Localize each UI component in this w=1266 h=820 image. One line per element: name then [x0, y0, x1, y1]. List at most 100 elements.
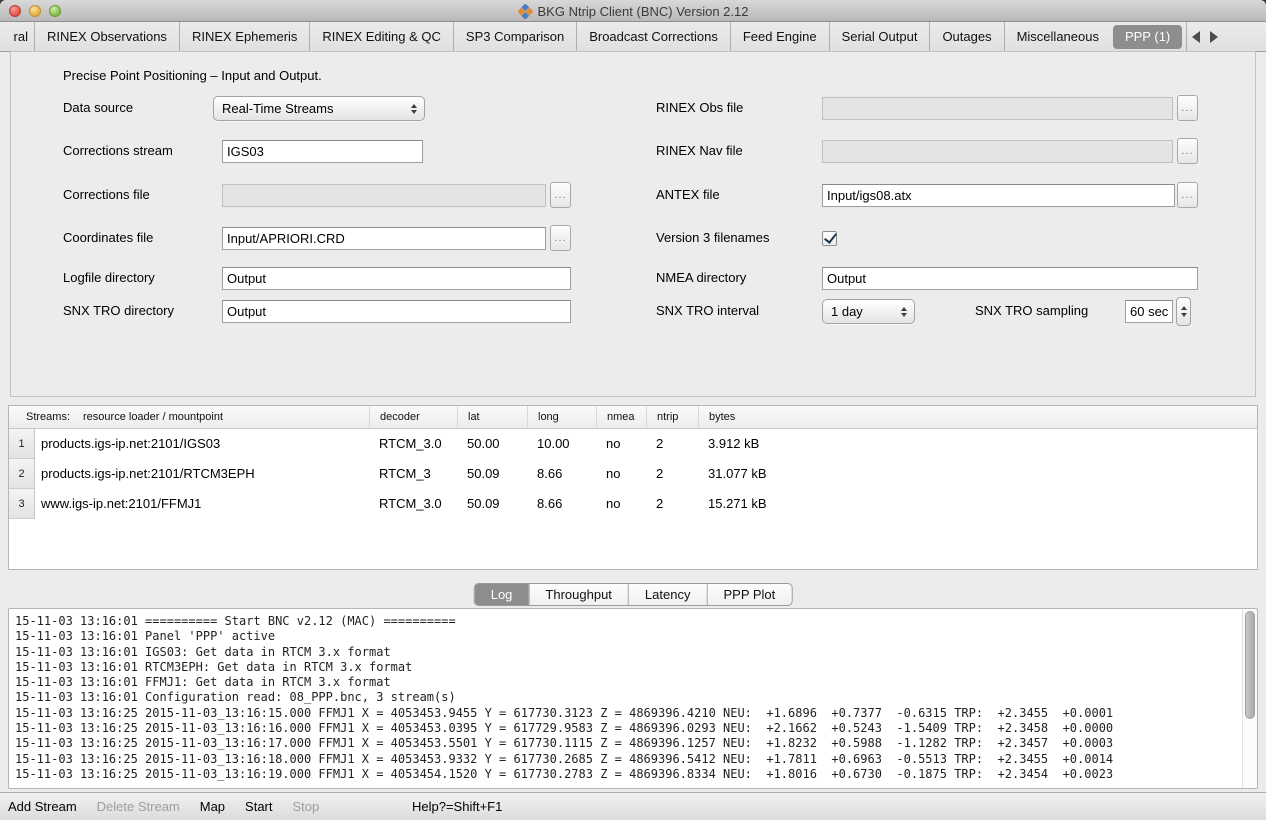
- tab-rinex-observations[interactable]: RINEX Observations: [34, 22, 179, 51]
- spin-up-icon: [1181, 306, 1187, 310]
- coordinates-file-input[interactable]: [222, 227, 546, 250]
- tab-label: RINEX Editing & QC: [322, 29, 441, 44]
- tab-label: RINEX Ephemeris: [192, 29, 297, 44]
- snx-tro-directory-input[interactable]: [222, 300, 571, 323]
- log-line: 15-11-03 13:16:25 2015-11-03_13:16:19.00…: [15, 767, 1239, 782]
- cell-nmea: no: [596, 429, 646, 459]
- snx-tro-interval-label: SNX TRO interval: [656, 299, 759, 323]
- cell-long: 10.00: [527, 429, 596, 459]
- tab-miscellaneous[interactable]: Miscellaneous: [1004, 22, 1111, 51]
- tab-serial-output[interactable]: Serial Output: [829, 22, 930, 51]
- tab-outages[interactable]: Outages: [929, 22, 1003, 51]
- tab-latency[interactable]: Latency: [628, 584, 707, 605]
- version3-filenames-label: Version 3 filenames: [656, 226, 769, 250]
- main-tabbar: ral RINEX Observations RINEX Ephemeris R…: [0, 22, 1266, 52]
- cell-ntrip: 2: [646, 489, 698, 519]
- tab-label: Miscellaneous: [1017, 29, 1099, 44]
- antex-file-input[interactable]: [822, 184, 1175, 207]
- output-tabbar: Log Throughput Latency PPP Plot: [474, 583, 793, 606]
- rinex-obs-browse-button[interactable]: ...: [1177, 95, 1198, 121]
- data-source-dropdown[interactable]: Real-Time Streams: [213, 96, 425, 121]
- logfile-directory-input[interactable]: [222, 267, 571, 290]
- dropdown-stepper-icon: [406, 104, 424, 114]
- tab-scroll-left-button[interactable]: [1187, 25, 1205, 49]
- header-bytes[interactable]: bytes: [698, 406, 1257, 428]
- header-ntrip[interactable]: ntrip: [646, 406, 698, 428]
- snx-tro-interval-dropdown[interactable]: 1 day: [822, 299, 915, 324]
- cell-bytes: 3.912 kB: [698, 429, 1257, 459]
- log-scrollbar-thumb[interactable]: [1245, 611, 1255, 719]
- header-long[interactable]: long: [527, 406, 596, 428]
- tab-rinex-ephemeris[interactable]: RINEX Ephemeris: [179, 22, 309, 51]
- log-line: 15-11-03 13:16:25 2015-11-03_13:16:18.00…: [15, 752, 1239, 767]
- tab-scroll-right-button[interactable]: [1205, 25, 1223, 49]
- cell-mountpoint: products.igs-ip.net:2101/RTCM3EPH: [35, 459, 369, 489]
- snx-tro-sampling-label: SNX TRO sampling: [975, 299, 1088, 323]
- data-source-label: Data source: [63, 96, 133, 120]
- tab-rinex-editing-qc[interactable]: RINEX Editing & QC: [309, 22, 453, 51]
- antex-browse-button[interactable]: ...: [1177, 182, 1198, 208]
- cell-nmea: no: [596, 489, 646, 519]
- cell-lat: 50.09: [457, 489, 527, 519]
- version3-filenames-checkbox[interactable]: [822, 231, 837, 246]
- rinex-nav-file-label: RINEX Nav file: [656, 139, 743, 163]
- rinex-nav-browse-button[interactable]: ...: [1177, 138, 1198, 164]
- tab-ppp[interactable]: PPP (1): [1113, 25, 1182, 49]
- tab-general-clipped[interactable]: ral: [0, 22, 34, 51]
- corrections-file-browse-button[interactable]: ...: [550, 182, 571, 208]
- tab-label: Broadcast Corrections: [589, 29, 718, 44]
- dropdown-stepper-icon: [896, 307, 914, 317]
- corrections-file-input: [222, 184, 546, 207]
- start-button[interactable]: Start: [245, 799, 272, 814]
- tab-log[interactable]: Log: [475, 584, 529, 605]
- add-stream-button[interactable]: Add Stream: [8, 799, 77, 814]
- tab-throughput[interactable]: Throughput: [528, 584, 628, 605]
- log-line: 15-11-03 13:16:01 ========== Start BNC v…: [15, 614, 1239, 629]
- snx-tro-sampling-input[interactable]: [1125, 300, 1173, 323]
- left-arrow-icon: [1192, 31, 1200, 43]
- titlebar[interactable]: BKG Ntrip Client (BNC) Version 2.12: [0, 0, 1266, 22]
- map-button[interactable]: Map: [200, 799, 225, 814]
- log-lines: 15-11-03 13:16:01 ========== Start BNC v…: [15, 614, 1239, 782]
- log-view[interactable]: 15-11-03 13:16:01 ========== Start BNC v…: [8, 608, 1258, 789]
- spin-down-icon: [1181, 313, 1187, 317]
- ppp-panel: Precise Point Positioning – Input and Ou…: [10, 51, 1256, 397]
- header-mountpoint[interactable]: Streams:resource loader / mountpoint: [9, 406, 369, 428]
- log-line: 15-11-03 13:16:25 2015-11-03_13:16:15.00…: [15, 706, 1239, 721]
- tab-label: RINEX Observations: [47, 29, 167, 44]
- header-nmea[interactable]: nmea: [596, 406, 646, 428]
- rinex-obs-file-label: RINEX Obs file: [656, 96, 743, 120]
- right-arrow-icon: [1210, 31, 1218, 43]
- nmea-directory-input[interactable]: [822, 267, 1198, 290]
- snx-tro-interval-value: 1 day: [823, 304, 896, 319]
- tab-broadcast-corrections[interactable]: Broadcast Corrections: [576, 22, 730, 51]
- cell-lat: 50.00: [457, 429, 527, 459]
- table-row[interactable]: 2 products.igs-ip.net:2101/RTCM3EPH RTCM…: [9, 459, 1257, 489]
- cell-mountpoint: www.igs-ip.net:2101/FFMJ1: [35, 489, 369, 519]
- window-title: BKG Ntrip Client (BNC) Version 2.12: [538, 4, 749, 19]
- coordinates-file-browse-button[interactable]: ...: [550, 225, 571, 251]
- bnc-logo-icon: [518, 4, 533, 19]
- log-line: 15-11-03 13:16:01 FFMJ1: Get data in RTC…: [15, 675, 1239, 690]
- coordinates-file-label: Coordinates file: [63, 226, 153, 250]
- table-row[interactable]: 1 products.igs-ip.net:2101/IGS03 RTCM_3.…: [9, 429, 1257, 459]
- header-lat[interactable]: lat: [457, 406, 527, 428]
- tab-feed-engine[interactable]: Feed Engine: [730, 22, 829, 51]
- table-row[interactable]: 3 www.igs-ip.net:2101/FFMJ1 RTCM_3.0 50.…: [9, 489, 1257, 519]
- data-source-value: Real-Time Streams: [214, 101, 406, 116]
- tab-label: SP3 Comparison: [466, 29, 564, 44]
- log-scrollbar[interactable]: [1242, 609, 1257, 788]
- rinex-obs-file-input: [822, 97, 1173, 120]
- log-line: 15-11-03 13:16:01 IGS03: Get data in RTC…: [15, 645, 1239, 660]
- tab-sp3-comparison[interactable]: SP3 Comparison: [453, 22, 576, 51]
- nmea-directory-label: NMEA directory: [656, 266, 746, 290]
- help-hint-text: Help?=Shift+F1: [412, 799, 502, 814]
- header-decoder[interactable]: decoder: [369, 406, 457, 428]
- snx-tro-sampling-stepper[interactable]: [1176, 297, 1191, 326]
- corrections-stream-input[interactable]: [222, 140, 423, 163]
- cell-bytes: 15.271 kB: [698, 489, 1257, 519]
- tab-ppp-plot[interactable]: PPP Plot: [706, 584, 791, 605]
- cell-bytes: 31.077 kB: [698, 459, 1257, 489]
- cell-long: 8.66: [527, 459, 596, 489]
- cell-ntrip: 2: [646, 429, 698, 459]
